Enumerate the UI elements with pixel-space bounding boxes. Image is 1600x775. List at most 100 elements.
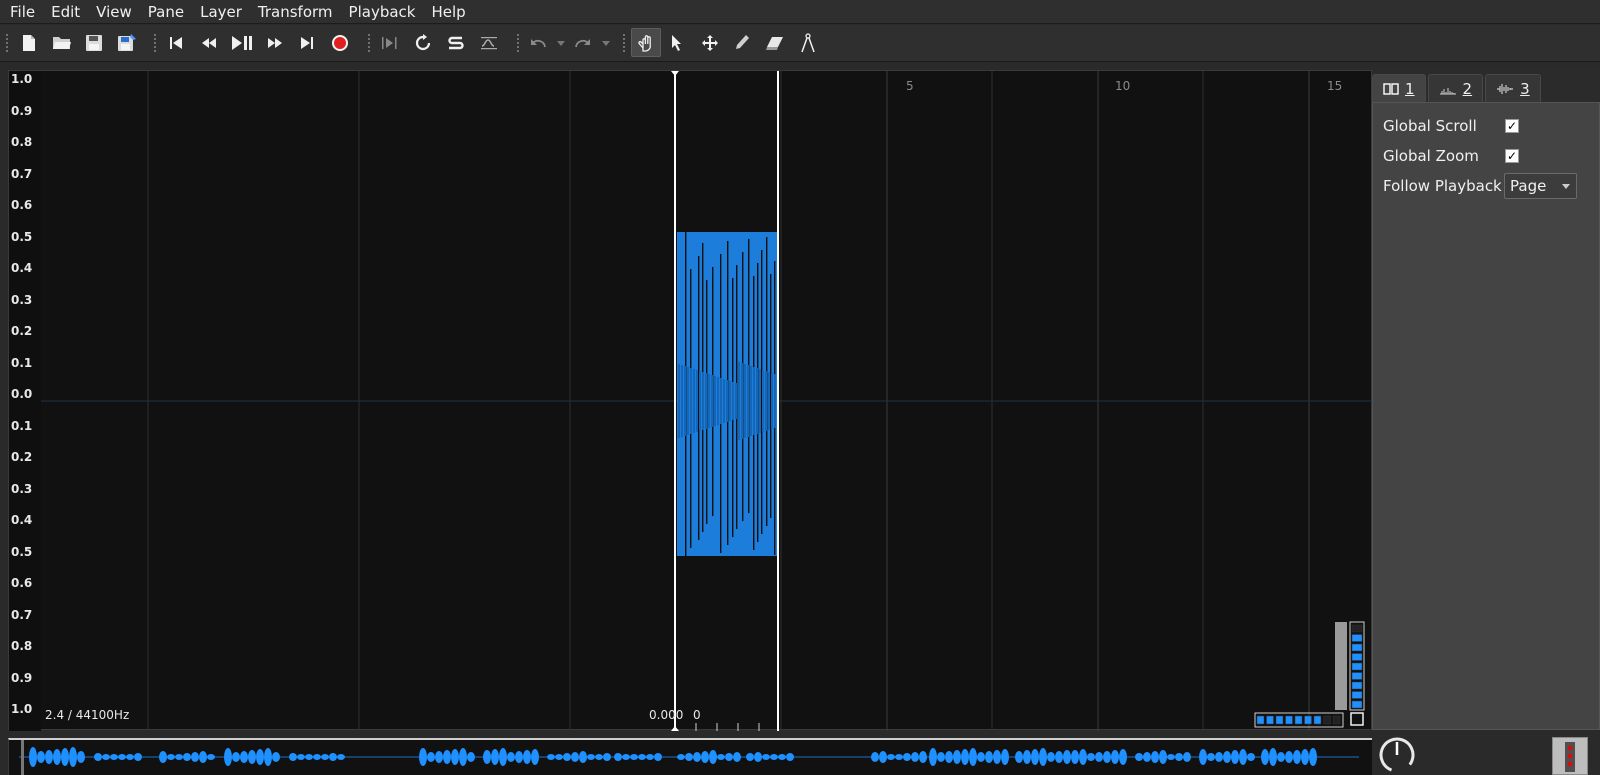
global-zoom-checkbox[interactable]: ✓ <box>1505 149 1519 163</box>
meter-cell <box>1351 662 1363 671</box>
overview-blob <box>1087 753 1095 761</box>
menu-view[interactable]: View <box>88 0 140 24</box>
overview-blob <box>547 754 555 760</box>
redo-icon[interactable] <box>570 30 596 56</box>
overview-blob <box>443 750 451 764</box>
scale-label: 0.7 <box>11 607 33 622</box>
overview-blob <box>895 754 903 760</box>
save-as-icon[interactable] <box>114 30 140 56</box>
toolbar-grip[interactable] <box>5 33 9 53</box>
overview-blob <box>919 751 927 763</box>
play-selection-icon[interactable] <box>377 30 403 56</box>
waveform-core <box>741 363 743 439</box>
draw-icon[interactable] <box>729 30 755 56</box>
overview-blob <box>499 748 507 766</box>
tab-2[interactable]: 2 <box>1427 74 1484 102</box>
waveform-core <box>699 371 701 431</box>
overview-blob <box>1293 750 1301 764</box>
meter-cell <box>1351 700 1363 709</box>
redo-dropdown-icon[interactable] <box>602 41 610 46</box>
waveform-core <box>747 365 749 437</box>
tab-1[interactable]: 1 <box>1372 74 1426 102</box>
overview-blob <box>1031 749 1039 765</box>
overview-blob <box>701 751 709 763</box>
menu-file[interactable]: File <box>2 0 43 24</box>
normalize-icon[interactable] <box>476 30 502 56</box>
menu-layer[interactable]: Layer <box>192 0 250 24</box>
menu-help[interactable]: Help <box>423 0 473 24</box>
loop-icon[interactable] <box>410 30 436 56</box>
scale-label: 0.1 <box>11 418 33 433</box>
global-zoom-label: Global Zoom <box>1383 147 1479 165</box>
undo-icon[interactable] <box>525 30 551 56</box>
toolbar-grip[interactable] <box>367 33 371 53</box>
save-icon[interactable] <box>81 30 107 56</box>
meter-cell <box>1351 624 1363 633</box>
waveform-core <box>705 373 707 429</box>
navigate-icon[interactable] <box>631 28 661 57</box>
waveform-core <box>762 370 764 432</box>
global-scroll-checkbox[interactable]: ✓ <box>1505 119 1519 133</box>
meter-cell <box>1266 715 1274 725</box>
menu-playback[interactable]: Playback <box>341 0 424 24</box>
overview-blob <box>937 752 945 762</box>
meter-cell <box>1351 681 1363 690</box>
new-icon[interactable] <box>16 30 42 56</box>
overview-blob <box>1047 752 1055 762</box>
rewind-icon[interactable] <box>196 30 222 56</box>
scale-label: 0.4 <box>11 513 33 527</box>
scale-label: 0.3 <box>11 481 33 496</box>
solo-icon[interactable] <box>443 30 469 56</box>
position-zero-label: 0 <box>693 708 701 722</box>
scale-label: 0.8 <box>11 135 33 149</box>
meter-cell <box>1285 715 1293 725</box>
waveform-pane[interactable]: 1.0 0.9 0.8 0.7 0.6 0.5 0.4 0.3 0.2 0.1 0.0 0.1 0.2 0… <box>8 70 1373 731</box>
overview-blob <box>654 753 662 761</box>
overview-blob <box>595 754 603 760</box>
overview-blob <box>1151 751 1159 763</box>
fast-forward-icon[interactable] <box>262 30 288 56</box>
overview-waveform[interactable] <box>9 740 1373 775</box>
waveform-core <box>771 373 773 429</box>
overview-blob <box>733 752 741 762</box>
ruler-label-10: 10 <box>1115 79 1131 93</box>
overview-blob <box>770 754 778 760</box>
follow-playback-value: Page <box>1510 177 1547 195</box>
level-meter-icon[interactable] <box>1552 737 1588 775</box>
toolbar-grip[interactable] <box>516 33 520 53</box>
overview-blob <box>1159 750 1167 764</box>
menu-pane[interactable]: Pane <box>140 0 192 24</box>
undo-dropdown-icon[interactable] <box>557 41 565 46</box>
overview-pane[interactable] <box>8 738 1372 775</box>
tab-3[interactable]: 3 <box>1485 74 1541 102</box>
move-icon[interactable] <box>697 30 723 56</box>
erase-icon[interactable] <box>762 30 788 56</box>
overview-blob <box>646 754 654 760</box>
play-pause-icon[interactable] <box>229 30 255 56</box>
measure-icon[interactable] <box>795 30 821 56</box>
overview-blob <box>199 751 207 763</box>
open-icon[interactable] <box>49 30 75 56</box>
waveform-plot[interactable] <box>9 71 1373 731</box>
follow-playback-select[interactable]: Page <box>1504 173 1577 199</box>
overview-blob <box>37 751 45 763</box>
toolbar-grip[interactable] <box>622 33 626 53</box>
overview-blob <box>638 754 646 760</box>
menu-transform[interactable]: Transform <box>250 0 341 24</box>
select-icon[interactable] <box>664 30 690 56</box>
overview-blob <box>1103 751 1111 763</box>
overview-blob <box>183 753 191 761</box>
playback-speed-knob[interactable] <box>1377 735 1417 775</box>
overview-blob <box>459 748 467 766</box>
menu-edit[interactable]: Edit <box>43 0 88 24</box>
overview-blob <box>1215 752 1223 762</box>
overview-blob <box>746 753 754 761</box>
overview-blob <box>531 749 539 765</box>
forward-end-icon[interactable] <box>294 30 320 56</box>
meter-cell <box>1304 715 1312 725</box>
waveform-core <box>759 369 761 433</box>
rewind-start-icon[interactable] <box>163 30 189 56</box>
record-icon[interactable] <box>327 30 353 56</box>
waveform-core <box>750 366 752 436</box>
toolbar-grip[interactable] <box>153 33 157 53</box>
